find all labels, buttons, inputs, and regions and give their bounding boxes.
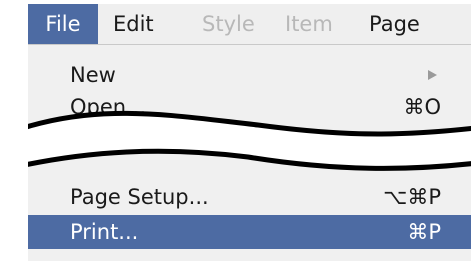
menu-page[interactable]: Page (369, 4, 420, 44)
menu-item-print-shortcut: ⌘P (407, 220, 441, 244)
menu-edit[interactable]: Edit (113, 4, 154, 44)
menu-item-page-setup-shortcut: ⌥⌘P (383, 185, 441, 209)
menu-item-page-setup-label: Page Setup... (70, 185, 209, 209)
menu-item-print-label: Print... (70, 220, 139, 244)
menu-style: Style (202, 12, 255, 36)
menu-item-print[interactable]: Print... ⌘P (28, 215, 471, 249)
menu-item-page-setup[interactable]: Page Setup... ⌥⌘P (28, 180, 471, 214)
menu-bar: File Edit Style Item Page (28, 4, 471, 45)
menu-file[interactable]: File (28, 4, 98, 44)
file-menu-dropdown: New Open... ⌘O Revert Page Setup... ⌥⌘P … (28, 45, 471, 261)
menu-item: Item (285, 12, 333, 36)
